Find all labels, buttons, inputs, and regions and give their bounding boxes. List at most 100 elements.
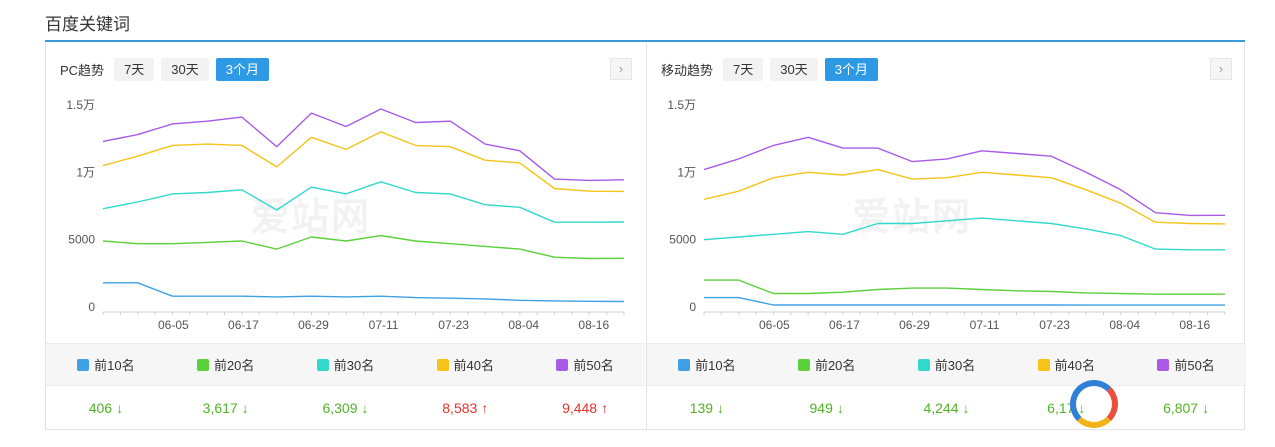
mobile-x-tick-label: 06-29 [899,318,930,332]
mobile-legend-top50[interactable]: 前50名 [1126,344,1246,385]
mobile-legend-swatch-top30 [917,358,930,371]
mobile-y-tick-label: 1.5万 [667,98,696,112]
mobile-legend-top30[interactable]: 前30名 [887,344,1007,385]
mobile-legend-swatch-top50 [1157,358,1170,371]
mobile-x-tick-label: 06-17 [829,318,860,332]
pc-legend-swatch-top20 [196,358,209,371]
mobile-legend-swatch-top40 [1037,358,1050,371]
arrow-down-icon: ↓ [836,399,844,416]
pc-series-line-20 [102,234,625,260]
chevron-right-icon: › [618,61,624,76]
arrow-up-icon: ↑ [481,399,489,416]
pc-legend-top20[interactable]: 前20名 [166,344,286,385]
pc-value-top50: 9,448 ↑ [525,386,645,429]
mobile-next-button[interactable]: › [1210,58,1232,80]
pc-x-tick-label: 07-23 [438,318,469,332]
pc-value-top40-number: 8,583 [442,399,478,416]
mobile-series-line-40 [703,168,1226,225]
pc-series-line-40 [102,131,625,193]
arrow-up-icon: ↑ [601,399,609,416]
pc-legend-swatch-top10 [77,358,90,371]
pc-legend-top40[interactable]: 前40名 [405,344,525,385]
mobile-legend-top10[interactable]: 前10名 [647,344,767,385]
pc-value-top30: 6,309 ↓ [286,386,406,429]
title-divider [45,40,1245,42]
dz-logo-icon [1070,380,1118,428]
pc-x-tick-label: 08-04 [508,318,539,332]
mobile-range-3m-button[interactable]: 3个月 [824,57,878,81]
mobile-values: 139 ↓ 949 ↓ 4,244 ↓ 6,17 ↓ 6,807 ↓ [647,386,1246,429]
mobile-series-line-30 [703,217,1225,251]
mobile-legend-label-top40: 前40名 [1054,358,1096,373]
mobile-legend-label-top10: 前10名 [695,358,736,373]
pc-x-tick-label: 08-16 [578,318,609,332]
pc-y-tick-label: 1.5万 [66,98,95,112]
pc-series-line-30 [102,181,625,223]
pc-legend-swatch-top50 [556,358,569,371]
pc-panel-label: PC趋势 [60,62,105,78]
pc-value-top10: 406 ↓ [46,386,166,429]
pc-x-tick-label: 06-17 [228,318,259,332]
pc-value-top50-number: 9,448 [562,399,598,416]
pc-legend-swatch-top30 [316,358,329,371]
section-title: 百度关键词 [45,15,130,34]
arrow-down-icon: ↓ [717,399,725,416]
pc-legend-swatch-top40 [436,358,449,371]
mobile-x-tick-label: 06-05 [759,318,790,332]
arrow-down-icon: ↓ [361,399,369,416]
mobile-legend-top40[interactable]: 前40名 [1006,344,1126,385]
mobile-y-tick-label: 5000 [669,233,696,247]
pc-legend: 前10名 前20名 前30名 前40名 前50名 [46,343,645,386]
mobile-value-top50-number: 6,807 [1163,399,1199,416]
arrow-down-icon: ↓ [116,399,124,416]
pc-value-top40: 8,583 ↑ [405,386,525,429]
pc-trend-panel: PC趋势 7天 30天 3个月 › 爱站网 0 5000 1万 1.5万 06-05 06… [46,43,646,430]
mobile-trend-chart: 爱站网 0 5000 1万 1.5万 06-05 06-17 06-29 07-11 07-23… [647,91,1247,343]
pc-value-top20: 3,617 ↓ [166,386,286,429]
mobile-value-top20: 949 ↓ [767,386,887,429]
mobile-legend-label-top20: 前20名 [814,358,856,373]
mobile-panel-header: 移动趋势 7天 30天 3个月 [661,57,885,81]
pc-y-tick-label: 0 [88,300,95,314]
mobile-trend-panel: 移动趋势 7天 30天 3个月 › 爱站网 0 5000 1万 1.5万 06-05 06… [646,43,1246,430]
pc-x-tick-label: 06-05 [158,318,189,332]
mobile-range-30d-button[interactable]: 30天 [770,57,818,81]
pc-x-tick-label: 06-29 [298,318,329,332]
mobile-legend-swatch-top20 [797,358,810,371]
mobile-legend-swatch-top10 [678,358,691,371]
pc-legend-label-top40: 前40名 [453,358,495,373]
mobile-panel-label: 移动趋势 [661,62,714,78]
mobile-value-top50: 6,807 ↓ [1126,386,1246,429]
arrow-down-icon: ↓ [241,399,249,416]
mobile-x-tick-label: 07-23 [1039,318,1070,332]
pc-legend-top10[interactable]: 前10名 [46,344,166,385]
mobile-range-7d-button[interactable]: 7天 [723,57,764,81]
mobile-legend-label-top50: 前50名 [1174,358,1215,373]
mobile-x-tick-label: 08-04 [1109,318,1140,332]
arrow-down-icon: ↓ [1202,399,1210,416]
mobile-y-tick-label: 0 [689,300,696,314]
pc-series-line-10 [103,282,625,303]
pc-legend-label-top30: 前30名 [333,358,375,373]
mobile-value-top30-number: 4,244 [923,399,959,416]
pc-legend-label-top50: 前50名 [573,358,614,373]
pc-legend-top30[interactable]: 前30名 [286,344,406,385]
pc-legend-top50[interactable]: 前50名 [525,344,645,385]
pc-x-tick-label: 07-11 [369,318,399,332]
pc-next-button[interactable]: › [610,58,632,80]
pc-trend-chart: 爱站网 0 5000 1万 1.5万 06-05 06-17 06-29 07-11 07-23… [46,91,646,343]
mobile-legend: 前10名 前20名 前30名 前40名 前50名 [647,343,1246,386]
pc-range-3m-button[interactable]: 3个月 [215,57,269,81]
pc-panel-header: PC趋势 7天 30天 3个月 [60,57,276,81]
pc-legend-label-top20: 前20名 [213,358,255,373]
pc-y-tick-label: 5000 [68,233,95,247]
mobile-value-top10-number: 139 [689,399,714,416]
mobile-x-tick-label: 08-16 [1179,318,1210,332]
pc-value-top10-number: 406 [88,399,113,416]
arrow-down-icon: ↓ [962,399,970,416]
mobile-series-line-20 [704,279,1225,295]
pc-range-7d-button[interactable]: 7天 [114,57,155,81]
pc-range-30d-button[interactable]: 30天 [161,57,209,81]
mobile-legend-top20[interactable]: 前20名 [767,344,887,385]
mobile-value-top30: 4,244 ↓ [887,386,1007,429]
